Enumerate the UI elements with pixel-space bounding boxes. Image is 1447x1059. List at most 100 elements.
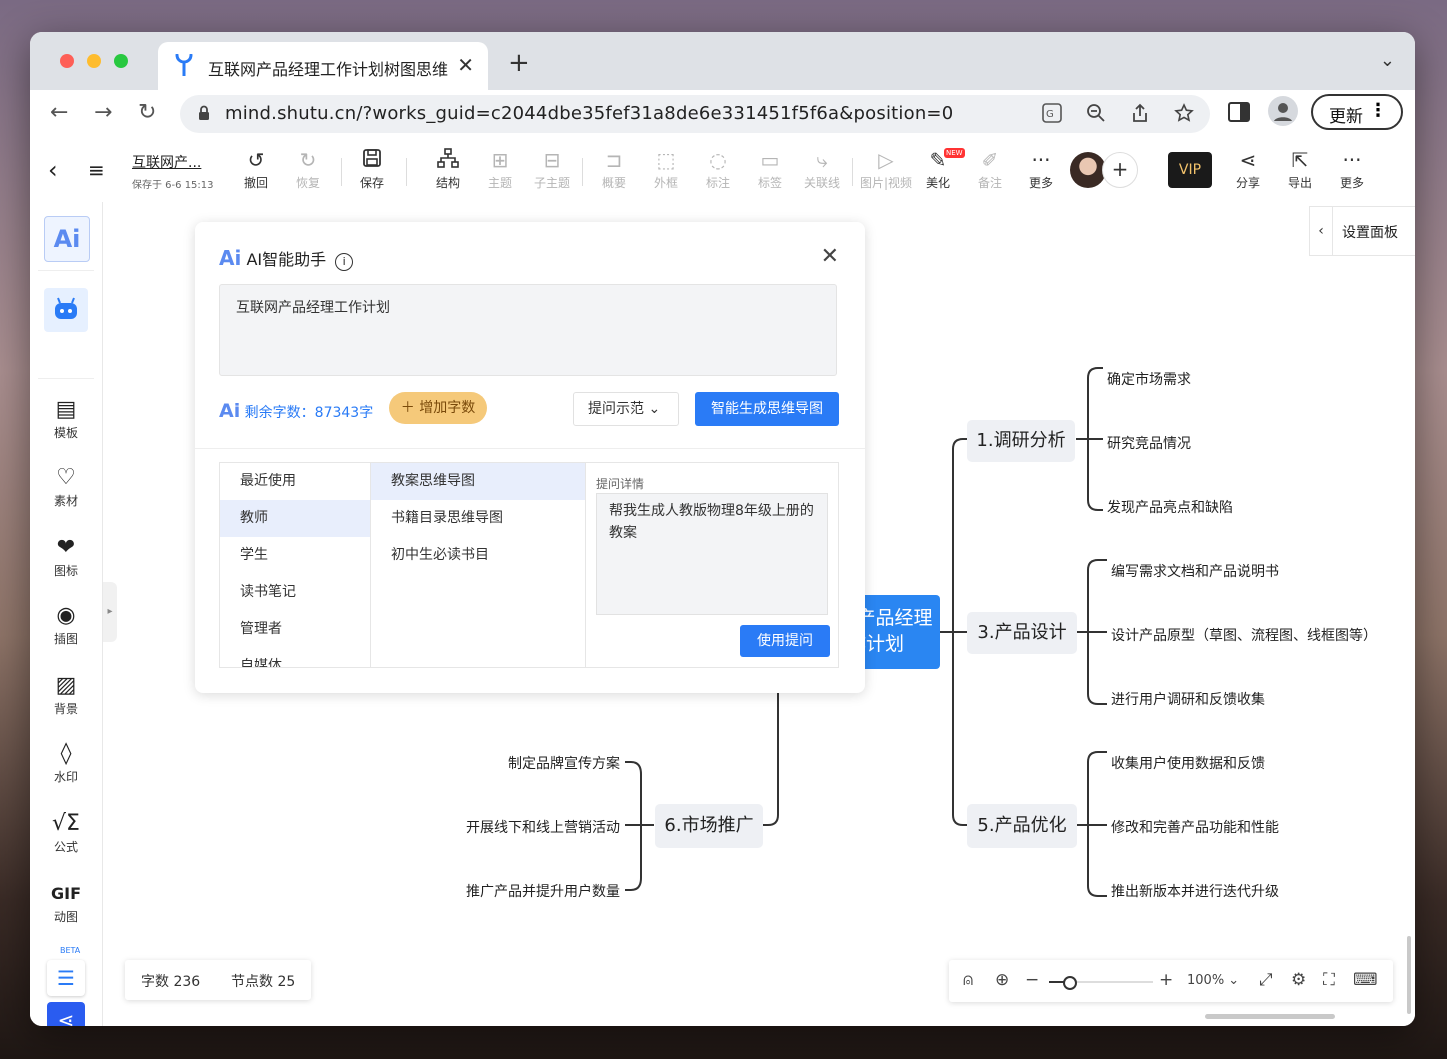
ai-logo-button[interactable]: Ai xyxy=(44,216,90,262)
tab-list-chevron-icon[interactable]: ⌄ xyxy=(1380,50,1395,71)
zoom-window-button[interactable] xyxy=(114,54,128,68)
outline-view-button[interactable]: ☰ xyxy=(47,960,85,996)
close-window-button[interactable] xyxy=(60,54,74,68)
redo-button[interactable]: ↻ 恢复 xyxy=(282,148,334,191)
undo-button[interactable]: ↺ 撤回 xyxy=(230,148,282,191)
sidebar-item-gif[interactable]: GIF 动图 xyxy=(30,880,102,925)
panel-collapse-handle[interactable]: ▸ xyxy=(103,582,117,642)
reload-icon[interactable]: ↻ xyxy=(138,100,156,125)
branch-node-research[interactable]: 1.调研分析 xyxy=(967,420,1075,462)
leaf-node[interactable]: 进行用户调研和反馈收集 xyxy=(1111,689,1265,709)
zoom-magnifier-icon[interactable] xyxy=(1086,103,1106,128)
browser-tab[interactable]: 互联网产品经理工作计划树图思维 ✕ xyxy=(158,42,488,90)
zoom-slider-thumb[interactable] xyxy=(1063,976,1077,990)
vertical-scrollbar[interactable] xyxy=(1407,936,1411,1014)
beautify-button[interactable]: ✎ 美化 NEW xyxy=(912,148,965,191)
topic-button[interactable]: ⊞ 主题 xyxy=(474,148,526,191)
sidebar-item-watermark[interactable]: ◊ 水印 xyxy=(30,740,102,785)
profile-icon[interactable] xyxy=(1268,96,1298,132)
locate-center-icon[interactable]: ⊕ xyxy=(995,970,1009,990)
mindmap-view-button[interactable]: ⋖ xyxy=(47,1002,85,1026)
category-item[interactable]: 管理者 xyxy=(220,611,370,648)
leaf-node[interactable]: 推广产品并提升用户数量 xyxy=(466,881,620,901)
share-button[interactable]: ⋖ 分享 xyxy=(1222,148,1274,191)
remark-button[interactable]: ✐ 备注 xyxy=(964,148,1016,191)
sidebar-item-template[interactable]: ▤ 模板 xyxy=(30,396,102,441)
settings-panel-tab[interactable]: ‹ 设置面板 xyxy=(1309,206,1415,256)
summary-button[interactable]: ⊐ 概要 xyxy=(588,148,640,191)
branch-node-optimize[interactable]: 5.产品优化 xyxy=(967,804,1077,848)
add-words-button[interactable]: ＋ 增加字数 xyxy=(389,392,487,424)
keyboard-icon[interactable]: ⌨ xyxy=(1353,970,1378,990)
robot-assistant-button[interactable] xyxy=(44,288,88,332)
more-button-2[interactable]: ··· 更多 xyxy=(1326,148,1378,191)
leaf-node[interactable]: 研究竞品情况 xyxy=(1107,433,1191,453)
zoom-in-icon[interactable]: + xyxy=(1159,970,1173,990)
template-item-selected[interactable]: 教案思维导图 xyxy=(371,463,585,500)
zoom-level-dropdown[interactable]: 100% ⌄ xyxy=(1187,973,1239,988)
gear-icon[interactable]: ⚙ xyxy=(1291,970,1306,990)
collaborator-avatar[interactable] xyxy=(1070,152,1106,188)
leaf-node[interactable]: 编写需求文档和产品说明书 xyxy=(1111,561,1279,581)
more-button-1[interactable]: ··· 更多 xyxy=(1015,148,1067,191)
info-icon[interactable]: i xyxy=(335,253,354,271)
add-collaborator-button[interactable]: + xyxy=(1102,152,1138,188)
sidebar-toggle-icon[interactable] xyxy=(1228,102,1250,128)
leaf-node[interactable]: 修改和完善产品功能和性能 xyxy=(1111,817,1279,837)
template-item[interactable]: 初中生必读书目 xyxy=(371,537,585,574)
bookmark-star-icon[interactable] xyxy=(1174,103,1194,128)
new-tab-icon[interactable]: + xyxy=(508,48,530,78)
media-button[interactable]: ▷ 图片|视频 xyxy=(856,148,916,191)
mouse-mode-icon[interactable]: ⍝ xyxy=(963,970,973,990)
update-button[interactable]: 更新 ⋮ xyxy=(1311,94,1403,130)
close-icon[interactable]: ✕ xyxy=(821,244,839,269)
zoom-slider[interactable] xyxy=(1049,976,1153,990)
generate-mindmap-button[interactable]: 智能生成思维导图 xyxy=(695,392,839,426)
fullscreen-icon[interactable]: ⛶ xyxy=(1323,970,1335,990)
back-arrow-icon[interactable]: ‹ xyxy=(48,156,58,184)
category-item[interactable]: 读书笔记 xyxy=(220,574,370,611)
ai-prompt-input[interactable]: 互联网产品经理工作计划 xyxy=(219,284,837,376)
sidebar-item-formula[interactable]: √Σ 公式 xyxy=(30,810,102,855)
leaf-node[interactable]: 推出新版本并进行迭代升级 xyxy=(1111,881,1279,901)
mindmap-canvas[interactable]: 互联网产品经理工作计划 1.调研分析 确定市场需求 研究竞品情况 发现产品亮点和… xyxy=(103,202,1415,1026)
back-icon[interactable]: ← xyxy=(50,100,68,125)
leaf-node[interactable]: 设计产品原型（草图、流程图、线框图等） xyxy=(1111,625,1377,645)
leaf-node[interactable]: 开展线下和线上营销活动 xyxy=(466,817,620,837)
sidebar-item-material[interactable]: ♡ 素材 xyxy=(30,464,102,509)
tag-button[interactable]: ▭ 标签 xyxy=(744,148,796,191)
template-item[interactable]: 书籍目录思维导图 xyxy=(371,500,585,537)
translate-icon[interactable]: G xyxy=(1042,103,1062,128)
category-item[interactable]: 最近使用 xyxy=(220,463,370,500)
forward-icon[interactable]: → xyxy=(94,100,112,125)
menu-icon[interactable]: ≡ xyxy=(88,158,105,182)
leaf-node[interactable]: 收集用户使用数据和反馈 xyxy=(1111,753,1265,773)
sidebar-item-background[interactable]: ▨ 背景 xyxy=(30,672,102,717)
fit-screen-icon[interactable]: ⤢ xyxy=(1259,970,1273,990)
relation-line-button[interactable]: ⤷ 关联线 xyxy=(796,148,848,191)
leaf-node[interactable]: 发现产品亮点和缺陷 xyxy=(1107,497,1233,517)
use-prompt-button[interactable]: 使用提问 xyxy=(740,625,830,657)
prompt-examples-dropdown[interactable]: 提问示范 ⌄ xyxy=(573,392,679,426)
url-field[interactable]: mind.shutu.cn/?works_guid=c2044dbe35fef3… xyxy=(180,95,1210,133)
leaf-node[interactable]: 确定市场需求 xyxy=(1107,369,1191,389)
sidebar-item-illustration[interactable]: ◉ 插图 xyxy=(30,602,102,647)
save-button[interactable]: 保存 xyxy=(346,148,398,191)
share-page-icon[interactable] xyxy=(1130,103,1150,128)
structure-button[interactable]: 结构 xyxy=(422,148,474,191)
category-item[interactable]: 自媒体 xyxy=(220,648,370,667)
prompt-detail-textarea[interactable]: 帮我生成人教版物理8年级上册的教案 xyxy=(596,493,828,615)
subtopic-button[interactable]: ⊟ 子主题 xyxy=(526,148,578,191)
document-title[interactable]: 互联网产... xyxy=(132,152,201,172)
leaf-node[interactable]: 制定品牌宣传方案 xyxy=(508,753,620,773)
branch-node-marketing[interactable]: 6.市场推广 xyxy=(655,804,763,848)
category-item[interactable]: 学生 xyxy=(220,537,370,574)
vip-button[interactable]: VIP xyxy=(1168,152,1212,188)
branch-node-design[interactable]: 3.产品设计 xyxy=(967,612,1077,654)
callout-button[interactable]: ◌ 标注 xyxy=(692,148,744,191)
minimize-window-button[interactable] xyxy=(87,54,101,68)
close-tab-icon[interactable]: ✕ xyxy=(457,53,474,77)
export-button[interactable]: ⇱ 导出 xyxy=(1274,148,1326,191)
zoom-out-icon[interactable]: − xyxy=(1025,970,1039,990)
category-item-selected[interactable]: 教师 xyxy=(220,500,370,537)
